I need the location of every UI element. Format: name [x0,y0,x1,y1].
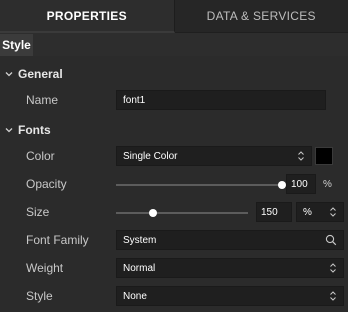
font-family-label: Font Family [26,233,89,247]
weight-value: Normal [123,262,156,274]
updown-chevron-icon [329,203,337,221]
search-icon[interactable] [325,231,337,249]
style-label: Style [26,289,53,303]
name-label: Name [26,93,59,107]
size-value: 150 [261,206,278,218]
opacity-label: Opacity [26,177,67,191]
opacity-slider-thumb[interactable] [278,181,286,189]
updown-chevron-icon [329,259,337,277]
size-input[interactable]: 150 [256,202,292,222]
color-mode-value: Single Color [123,150,178,162]
size-label: Size [26,205,50,219]
weight-label: Weight [26,261,64,275]
opacity-value: 100 [291,178,308,190]
section-general-title: General [18,67,63,81]
size-unit-select[interactable]: % [296,202,344,222]
top-tabs: PROPERTIES DATA & SERVICES [0,0,348,33]
color-mode-select[interactable]: Single Color [116,146,312,166]
subtab-bar: Style [0,34,348,56]
properties-panel: General Name font1 Fonts Color Single Co… [0,56,348,312]
name-input[interactable]: font1 [116,90,326,110]
color-swatch[interactable] [315,147,333,165]
updown-chevron-icon [329,287,337,305]
opacity-unit: % [323,178,332,190]
size-slider-thumb[interactable] [148,209,157,217]
font-family-search-input[interactable]: System [116,230,344,250]
chevron-down-icon [0,69,18,79]
tab-properties[interactable]: PROPERTIES [0,0,175,33]
style-value: None [123,290,147,302]
color-label: Color [26,149,55,163]
weight-select[interactable]: Normal [116,258,344,278]
chevron-down-icon [0,125,18,135]
updown-chevron-icon [297,147,305,165]
section-fonts-header[interactable]: Fonts [0,120,51,140]
tab-data-services[interactable]: DATA & SERVICES [174,0,348,33]
opacity-slider-track[interactable] [116,184,282,186]
size-unit-value: % [303,206,312,218]
name-value: font1 [123,94,146,106]
section-fonts-title: Fonts [18,123,51,137]
size-slider-track[interactable] [116,212,248,214]
subtab-style[interactable]: Style [0,34,33,56]
font-family-value: System [123,234,157,246]
section-general-header[interactable]: General [0,64,63,84]
style-select[interactable]: None [116,286,344,306]
opacity-input[interactable]: 100 [286,174,316,194]
